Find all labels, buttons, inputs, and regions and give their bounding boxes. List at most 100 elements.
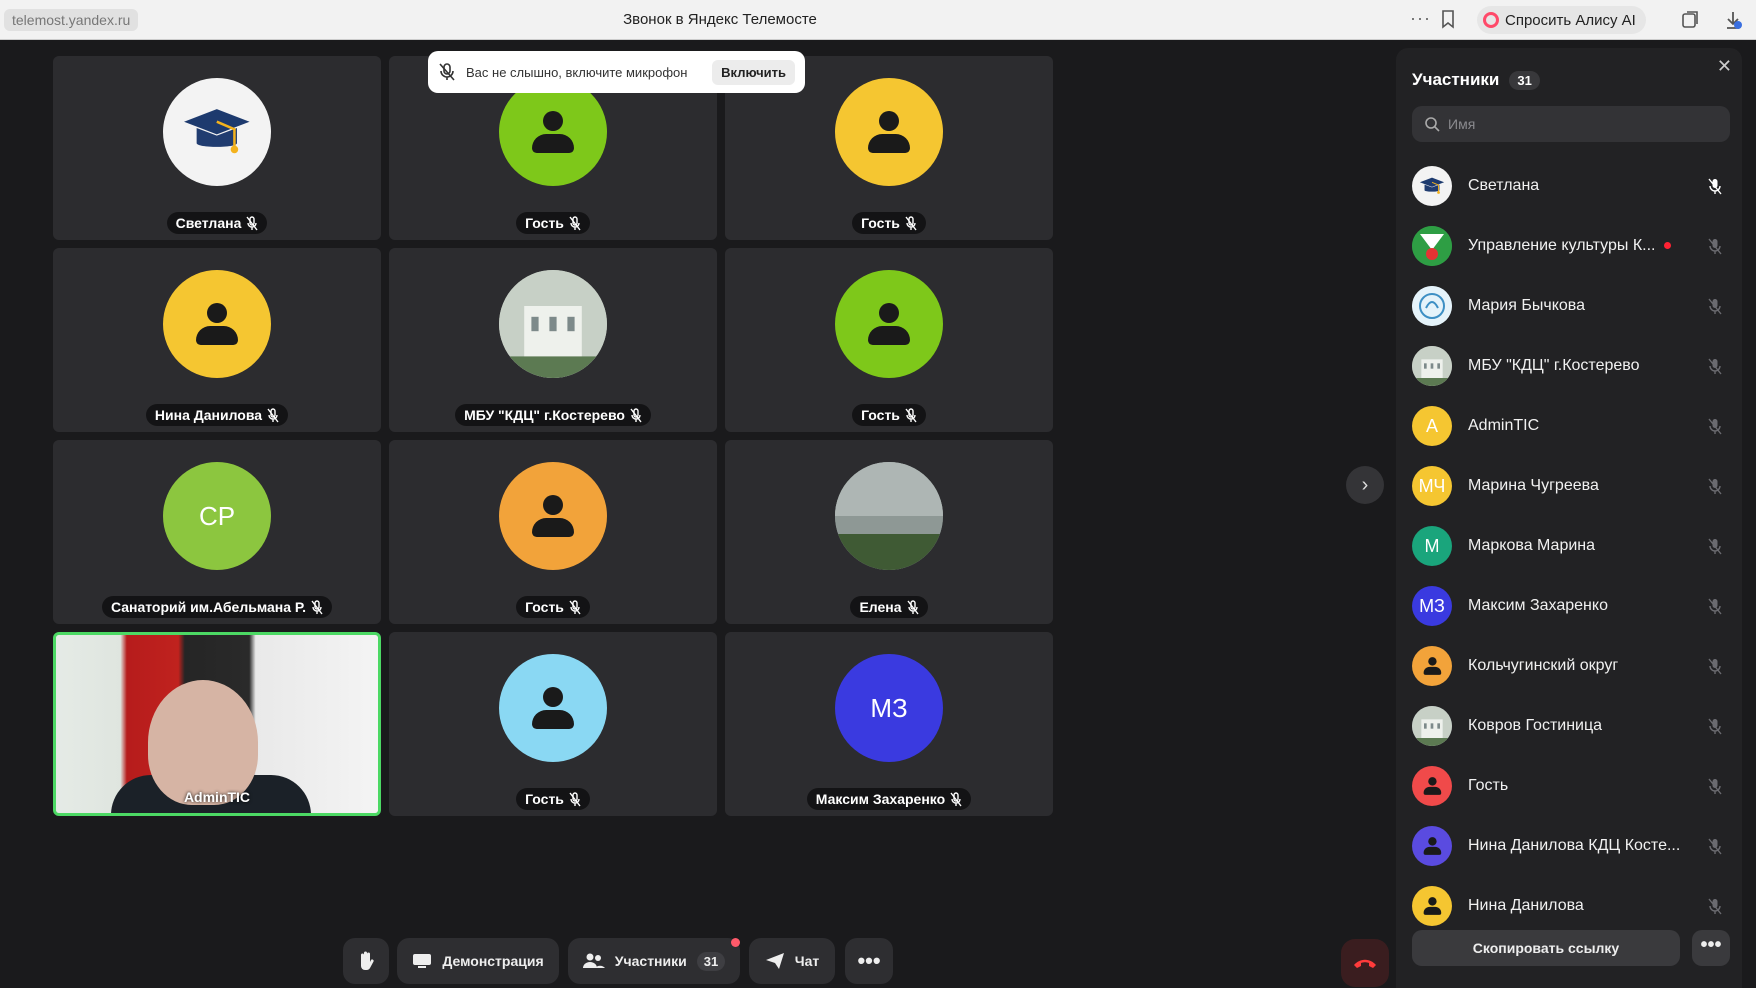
- plate: Максим Захаренко: [806, 788, 972, 810]
- search-field[interactable]: Имя: [1412, 106, 1730, 142]
- more-options-button[interactable]: •••: [845, 938, 893, 984]
- mic-off-icon: [1708, 238, 1722, 255]
- nameplate: Гость: [389, 788, 717, 810]
- graduation-cap-icon: [184, 109, 250, 154]
- address-bar[interactable]: telemost.yandex.ru: [4, 9, 139, 31]
- more-icon[interactable]: ···: [1410, 8, 1431, 29]
- search-placeholder: Имя: [1448, 116, 1476, 132]
- avatar: [1412, 706, 1452, 746]
- mic-off-icon: [569, 599, 581, 614]
- participant-row[interactable]: МБУ "КДЦ" г.Костерево: [1412, 336, 1730, 396]
- screen-share-button[interactable]: Демонстрация: [397, 938, 559, 984]
- participant-row[interactable]: М Маркова Марина: [1412, 516, 1730, 576]
- avatar: [1412, 886, 1452, 926]
- participant-tile[interactable]: Гость: [389, 440, 717, 624]
- people-icon: [582, 953, 605, 968]
- tile-name: Нина Данилова: [154, 407, 263, 423]
- plate: Гость: [852, 404, 926, 426]
- avatar: [835, 462, 943, 570]
- page-title: Звонок в Яндекс Телемосте: [623, 11, 817, 28]
- participant-row[interactable]: Гость: [1412, 756, 1730, 816]
- participant-tile[interactable]: Гость: [725, 248, 1053, 432]
- bookmark-icon[interactable]: [1441, 10, 1455, 29]
- participant-row[interactable]: Кольчугинский округ: [1412, 636, 1730, 696]
- participant-tile[interactable]: СР Санаторий им.Абельмана Р.: [53, 440, 381, 624]
- plate: Санаторий им.Абельмана Р.: [101, 596, 333, 618]
- downloads-icon[interactable]: [1724, 10, 1742, 30]
- participant-tile[interactable]: Нина Данилова: [53, 248, 381, 432]
- nameplate: Гость: [725, 404, 1053, 426]
- raise-hand-button[interactable]: [343, 938, 389, 984]
- next-page-button[interactable]: ›: [1346, 466, 1384, 504]
- participant-name: Кольчугинский округ: [1468, 657, 1619, 674]
- video-face: [148, 680, 258, 805]
- logo-icon: [1412, 286, 1452, 326]
- participant-tile[interactable]: МЗ Максим Захаренко: [725, 632, 1053, 816]
- participant-name: Светлана: [1468, 177, 1540, 194]
- participant-tile[interactable]: Елена: [725, 440, 1053, 624]
- participant-tile[interactable]: AdminTIC: [53, 632, 381, 816]
- participant-row[interactable]: МЗ Максим Захаренко: [1412, 576, 1730, 636]
- ask-alice-button[interactable]: Спросить Алису AI: [1477, 6, 1646, 34]
- enable-mic-button[interactable]: Включить: [712, 59, 795, 85]
- participant-row[interactable]: Светлана: [1412, 156, 1730, 216]
- hangup-button[interactable]: [1341, 939, 1389, 987]
- plate: Гость: [516, 788, 590, 810]
- participant-tile[interactable]: Гость: [389, 632, 717, 816]
- participant-row[interactable]: Ковров Гостиница: [1412, 696, 1730, 756]
- participant-name: Нина Данилова: [1468, 897, 1584, 914]
- mic-off-icon: [1708, 178, 1722, 195]
- participant-row[interactable]: Нина Данилова КДЦ Косте...: [1412, 816, 1730, 876]
- notification-dot: [731, 938, 740, 947]
- person-icon: [1423, 897, 1442, 915]
- avatar: МЗ: [1412, 586, 1452, 626]
- browser-bar: telemost.yandex.ru Звонок в Яндекс Телем…: [0, 0, 1756, 40]
- avatar: [1412, 826, 1452, 866]
- chat-button[interactable]: Чат: [749, 938, 835, 984]
- avatar-initials: СР: [198, 500, 236, 531]
- avatar: [499, 654, 607, 762]
- chat-label: Чат: [794, 953, 820, 969]
- mic-off-icon: [630, 407, 642, 422]
- participant-name: Маркова Марина: [1468, 537, 1596, 554]
- nameplate: Максим Захаренко: [725, 788, 1053, 810]
- phone-hangup-icon: [1354, 959, 1376, 968]
- avatar: [499, 462, 607, 570]
- speaking-indicator: [1664, 242, 1671, 249]
- building-photo-icon: [1412, 346, 1452, 386]
- participant-tile[interactable]: МБУ "КДЦ" г.Костерево: [389, 248, 717, 432]
- participant-name: Нина Данилова КДЦ Косте...: [1468, 837, 1681, 854]
- panel-header: Участники 31: [1412, 70, 1540, 90]
- nameplate: Гость: [389, 212, 717, 234]
- avatar: [163, 78, 271, 186]
- panel-more-button[interactable]: •••: [1692, 930, 1730, 966]
- avatar: [835, 270, 943, 378]
- screen-share-label: Демонстрация: [442, 953, 544, 969]
- mic-off-icon: [905, 407, 917, 422]
- person-icon: [532, 111, 574, 153]
- plate: Нина Данилова: [145, 404, 289, 426]
- mic-off-icon: [1708, 598, 1722, 615]
- participants-label: Участники: [614, 953, 687, 969]
- participant-row[interactable]: Мария Бычкова: [1412, 276, 1730, 336]
- person-icon: [868, 303, 910, 345]
- collections-icon[interactable]: [1680, 10, 1700, 30]
- participants-button[interactable]: Участники 31: [568, 938, 740, 984]
- participant-row[interactable]: МЧ Марина Чугреева: [1412, 456, 1730, 516]
- mic-notification: Вас не слышно, включите микрофон Включит…: [428, 51, 805, 93]
- person-icon: [1423, 837, 1442, 855]
- plate: МБУ "КДЦ" г.Костерево: [455, 404, 651, 426]
- participant-row[interactable]: A AdminTIC: [1412, 396, 1730, 456]
- mic-off-icon: [1708, 298, 1722, 315]
- copy-link-button[interactable]: Скопировать ссылку: [1412, 930, 1680, 966]
- notification-text: Вас не слышно, включите микрофон: [466, 64, 688, 80]
- participant-tile[interactable]: Светлана: [53, 56, 381, 240]
- building-photo-icon: [499, 270, 607, 378]
- landscape-photo-icon: [835, 462, 943, 570]
- nameplate: Гость: [389, 596, 717, 618]
- mic-off-icon: [950, 791, 962, 806]
- avatar: [1412, 766, 1452, 806]
- participant-row[interactable]: Управление культуры К...: [1412, 216, 1730, 276]
- participant-row[interactable]: Нина Данилова: [1412, 876, 1730, 936]
- close-icon[interactable]: ✕: [1717, 56, 1732, 77]
